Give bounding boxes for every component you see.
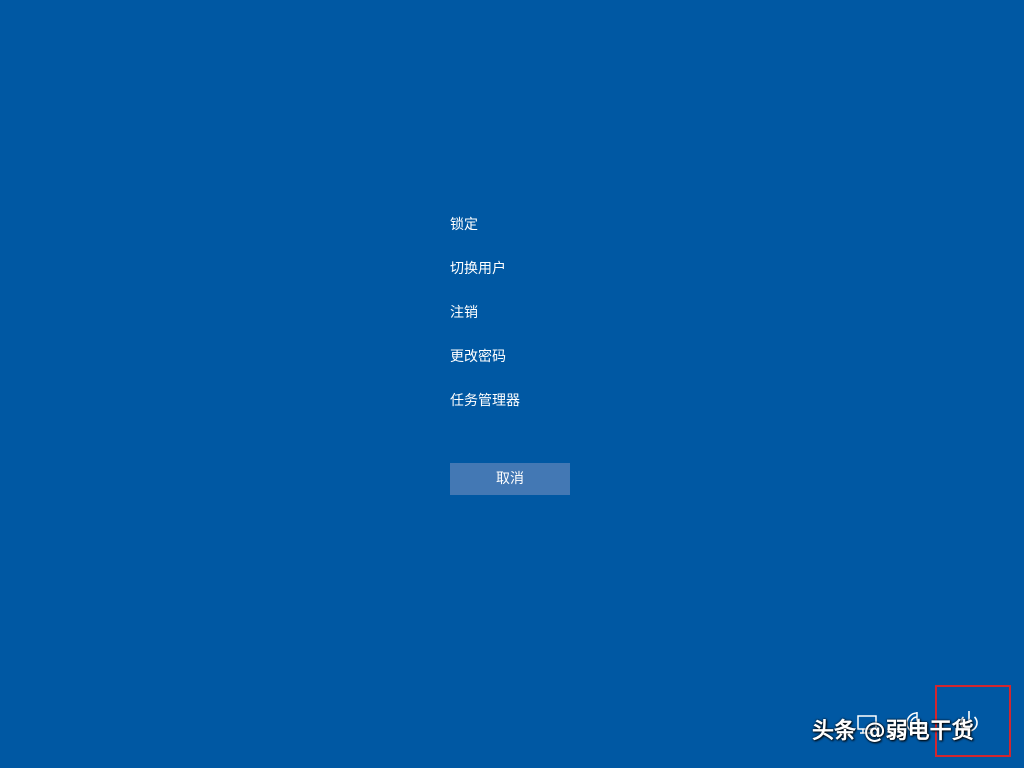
accessibility-icon[interactable]	[902, 708, 932, 736]
menu-item-switch-user[interactable]: 切换用户	[450, 257, 650, 281]
network-icon[interactable]	[852, 708, 882, 736]
secure-attention-screen: 锁定 切换用户 注销 更改密码 任务管理器 取消 头条 @弱电干货	[0, 0, 1024, 768]
menu-item-task-manager[interactable]: 任务管理器	[450, 389, 650, 413]
system-tray	[846, 700, 1016, 740]
security-options-menu: 锁定 切换用户 注销 更改密码 任务管理器	[450, 213, 650, 433]
menu-item-lock[interactable]: 锁定	[450, 213, 650, 237]
cancel-button[interactable]: 取消	[450, 463, 570, 495]
menu-item-sign-out[interactable]: 注销	[450, 301, 650, 325]
power-icon[interactable]	[954, 708, 984, 736]
menu-item-change-password[interactable]: 更改密码	[450, 345, 650, 369]
